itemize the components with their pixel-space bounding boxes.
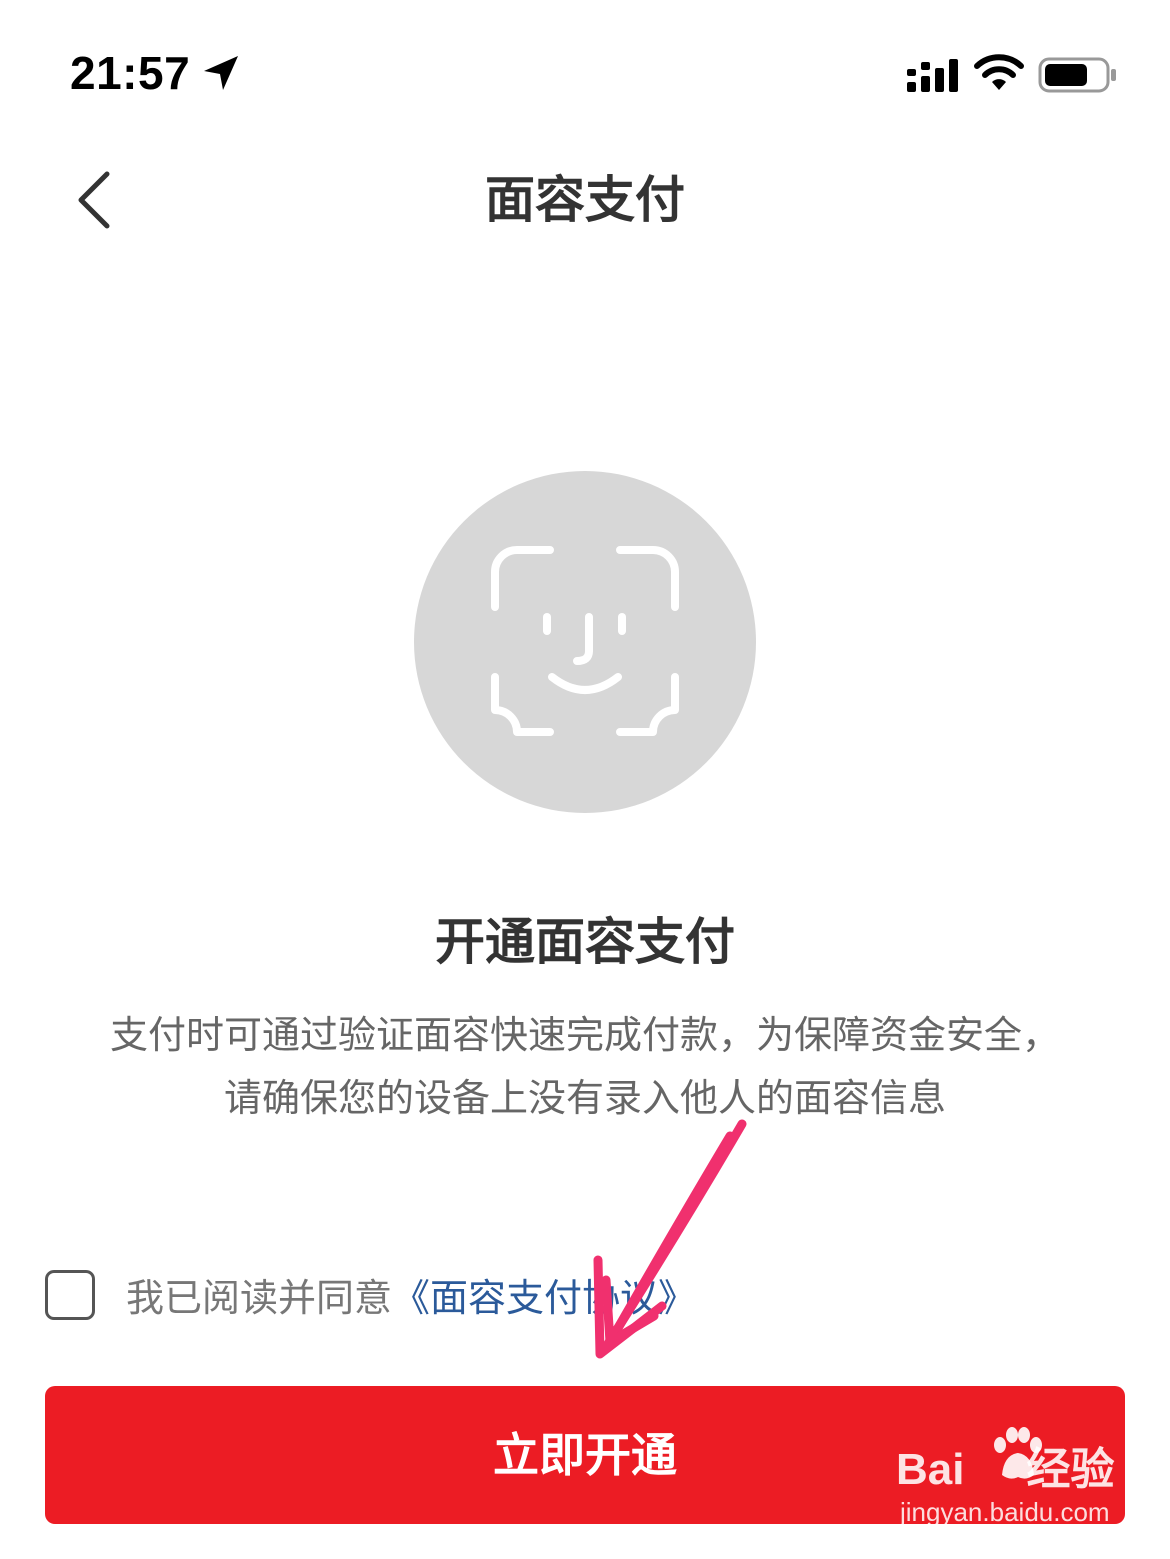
description-line-1: 支付时可通过验证面容快速完成付款，为保障资金安全，: [109, 1013, 1060, 1057]
location-arrow-icon: [204, 56, 238, 90]
agreement-checkbox[interactable]: [45, 1270, 95, 1320]
description-line-2: 请确保您的设备上没有录入他人的面容信息: [223, 1076, 946, 1120]
heading: 开通面容支付: [435, 913, 735, 971]
annotation-arrow-icon: [593, 1119, 747, 1359]
wifi-icon: [974, 54, 1024, 90]
description: 支付时可通过验证面容快速完成付款，为保障资金安全， 请确保您的设备上没有录入他人…: [40, 1004, 1130, 1130]
agreement-link[interactable]: 《面容支付协议》: [392, 1276, 696, 1320]
battery-icon: [1038, 57, 1116, 93]
page-title: 面容支付: [485, 171, 685, 229]
agreement-text: 我已阅读并同意: [126, 1276, 393, 1320]
agreement-row: 我已阅读并同意《面容支付协议》: [126, 1268, 696, 1328]
status-bar: 21:57: [0, 0, 1170, 140]
status-time: 21:57: [70, 47, 191, 99]
face-id-illustration: [414, 471, 756, 813]
face-id-icon: [491, 546, 679, 736]
enable-now-button[interactable]: 立即开通: [45, 1386, 1125, 1524]
signal-icon: [907, 59, 958, 92]
